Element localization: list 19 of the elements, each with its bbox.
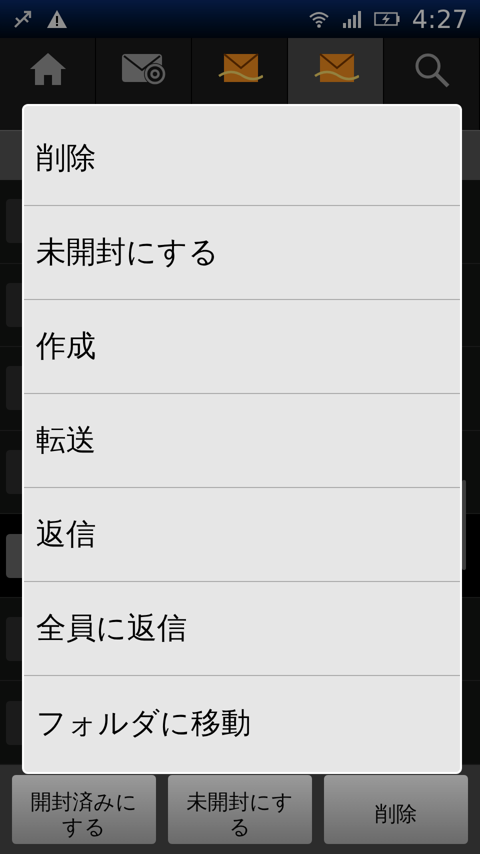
battery-charging-icon xyxy=(374,11,400,27)
action-button[interactable]: 削除 xyxy=(324,775,468,844)
mail-at-icon xyxy=(120,52,166,86)
menu-item[interactable]: フォルダに移動 xyxy=(24,676,460,770)
action-button[interactable]: 開封済みにする xyxy=(12,775,156,844)
usb-icon xyxy=(12,9,34,29)
menu-item[interactable]: 削除 xyxy=(24,112,460,206)
warning-icon xyxy=(46,9,68,29)
menu-item[interactable]: 転送 xyxy=(24,394,460,488)
clock-time: 4:27 xyxy=(412,6,468,32)
action-button[interactable]: 未開封にする xyxy=(168,775,312,844)
menu-item[interactable]: 返信 xyxy=(24,488,460,582)
home-icon xyxy=(28,52,66,86)
wifi-icon xyxy=(308,10,330,28)
search-icon xyxy=(414,52,450,88)
menu-item[interactable]: 作成 xyxy=(24,300,460,394)
menu-item[interactable]: 未開封にする xyxy=(24,206,460,300)
signal-icon xyxy=(342,10,362,28)
menu-item[interactable]: 全員に返信 xyxy=(24,582,460,676)
